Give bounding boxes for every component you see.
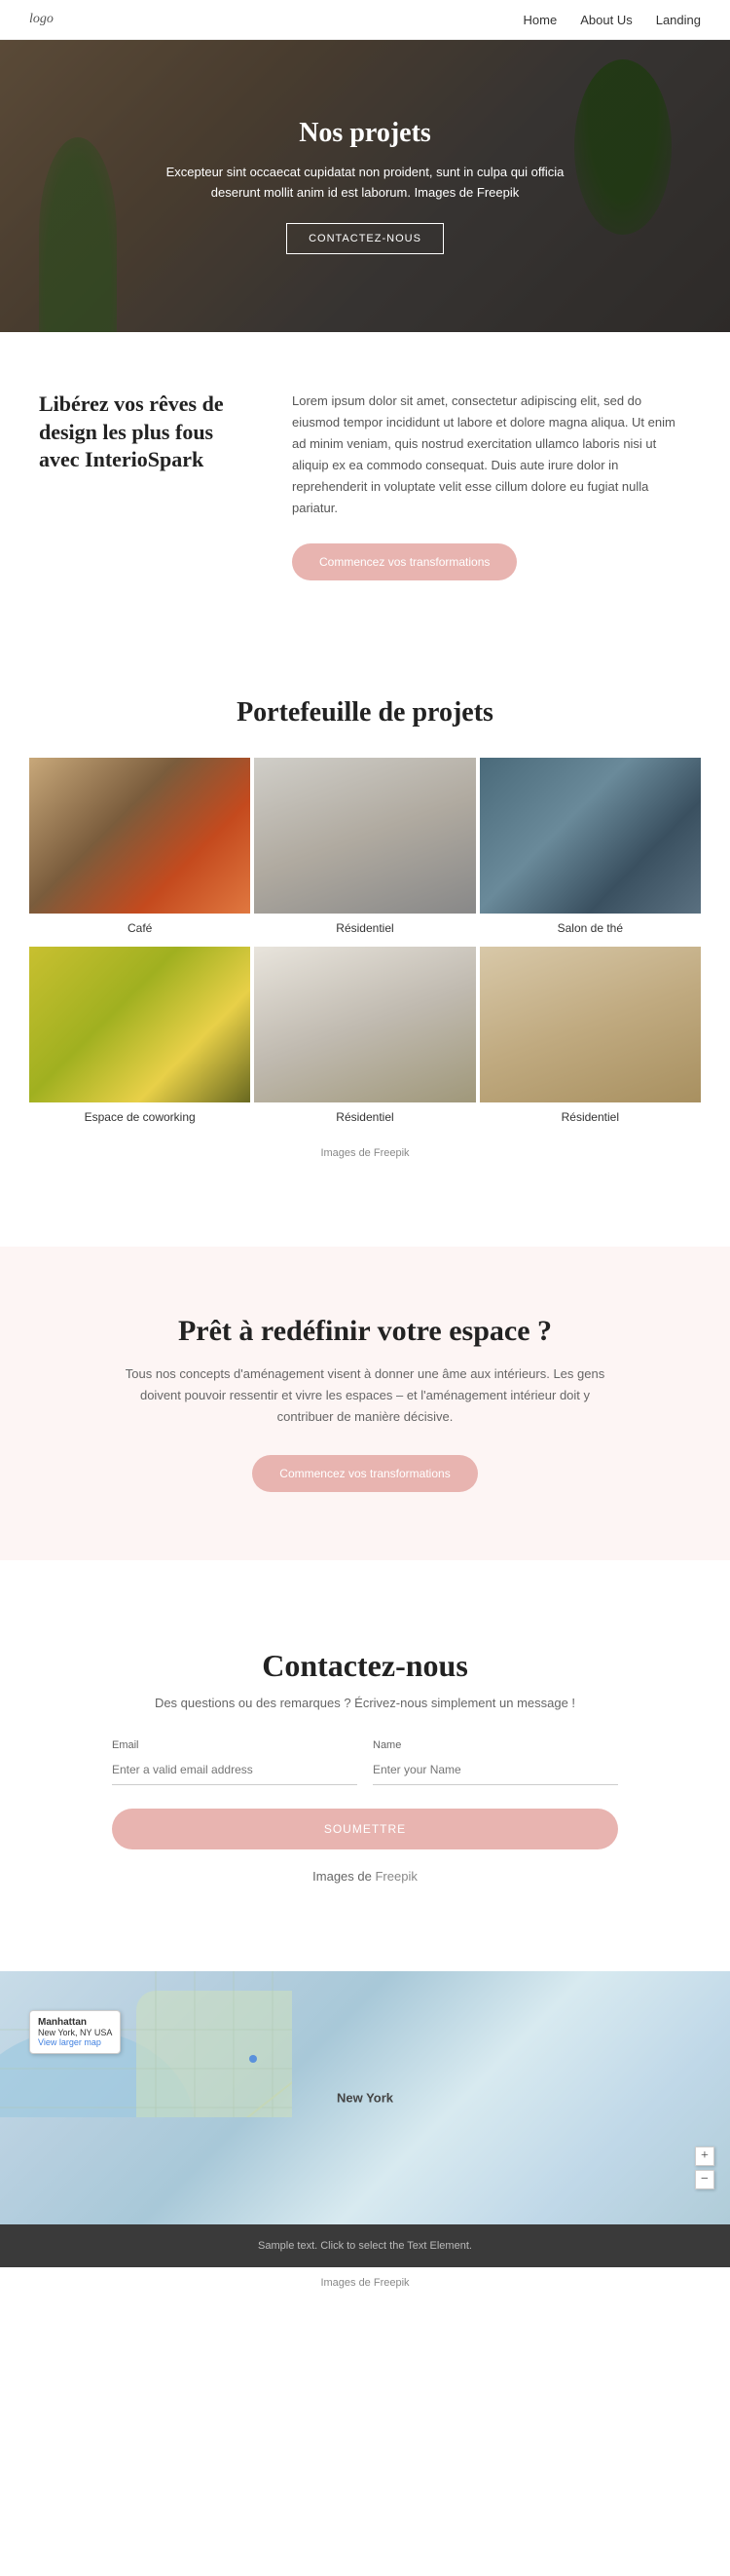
- liberez-section: Libérez vos rêves de design les plus fou…: [0, 332, 730, 639]
- portfolio-item-resid2[interactable]: Résidentiel: [254, 947, 475, 1132]
- portfolio-item-resid1[interactable]: Résidentiel: [254, 758, 475, 943]
- contact-freepik-credit: Images de Freepik: [39, 1869, 691, 1884]
- hero-cta-button[interactable]: CONTACTEZ-NOUS: [286, 223, 444, 254]
- email-group: Email: [112, 1739, 357, 1785]
- portfolio-img-cafe: [29, 758, 250, 914]
- liberez-left: Libérez vos rêves de design les plus fou…: [39, 391, 253, 474]
- liberez-right: Lorem ipsum dolor sit amet, consectetur …: [292, 391, 691, 580]
- portfolio-heading: Portefeuille de projets: [29, 697, 701, 728]
- portfolio-label-cowork: Espace de coworking: [29, 1102, 250, 1132]
- marker-title: Manhattan: [38, 2017, 112, 2028]
- pret-body: Tous nos concepts d'aménagement visent à…: [122, 1363, 608, 1428]
- contact-section: Contactez-nous Des questions ou des rema…: [0, 1589, 730, 1971]
- hero-title: Nos projets: [161, 118, 569, 149]
- portfolio-label-cafe: Café: [29, 914, 250, 943]
- email-input[interactable]: [112, 1755, 357, 1785]
- portfolio-freepik-credit: Images de Freepik: [29, 1147, 701, 1159]
- contact-heading: Contactez-nous: [39, 1648, 691, 1684]
- contact-form: Email Name SOUMETTRE: [112, 1739, 618, 1849]
- portfolio-item-cowork[interactable]: Espace de coworking: [29, 947, 250, 1132]
- liberez-cta-button[interactable]: Commencez vos transformations: [292, 543, 517, 580]
- map-city-label: New York: [337, 2090, 393, 2105]
- contact-subtitle: Des questions ou des remarques ? Écrivez…: [39, 1696, 691, 1710]
- form-row: Email Name: [112, 1739, 618, 1785]
- portfolio-item-salon[interactable]: Salon de thé: [480, 758, 701, 943]
- portfolio-label-resid3: Résidentiel: [480, 1102, 701, 1132]
- portfolio-label-salon: Salon de thé: [480, 914, 701, 943]
- portfolio-img-resid3: [480, 947, 701, 1102]
- portfolio-img-resid1: [254, 758, 475, 914]
- liberez-heading: Libérez vos rêves de design les plus fou…: [39, 391, 253, 474]
- hero-subtitle: Excepteur sint occaecat cupidatat non pr…: [161, 163, 569, 204]
- freepik-link-footer[interactable]: Freepik: [374, 2277, 410, 2289]
- email-label: Email: [112, 1739, 357, 1751]
- footer: Sample text. Click to select the Text El…: [0, 2224, 730, 2267]
- name-group: Name: [373, 1739, 618, 1785]
- hero-section: Nos projets Excepteur sint occaecat cupi…: [0, 40, 730, 332]
- logo: logo: [29, 12, 54, 27]
- portfolio-item-resid3[interactable]: Résidentiel: [480, 947, 701, 1132]
- portfolio-item-cafe[interactable]: Café: [29, 758, 250, 943]
- name-label: Name: [373, 1739, 618, 1751]
- portfolio-img-resid2: [254, 947, 475, 1102]
- portfolio-img-cowork: [29, 947, 250, 1102]
- portfolio-label-resid1: Résidentiel: [254, 914, 475, 943]
- nav-landing[interactable]: Landing: [656, 13, 701, 27]
- hero-plant-left: [39, 137, 117, 332]
- pret-section: Prêt à redéfinir votre espace ? Tous nos…: [0, 1247, 730, 1560]
- pret-heading: Prêt à redéfinir votre espace ?: [58, 1315, 672, 1348]
- liberez-body: Lorem ipsum dolor sit amet, consectetur …: [292, 391, 691, 520]
- nav-links: Home About Us Landing: [524, 13, 701, 27]
- map-zoom-in[interactable]: +: [695, 2147, 714, 2166]
- pret-cta-button[interactable]: Commencez vos transformations: [252, 1455, 477, 1492]
- portfolio-section: Portefeuille de projets Café Résidentiel…: [0, 639, 730, 1217]
- marker-link[interactable]: View larger map: [38, 2037, 101, 2047]
- portfolio-img-salon: [480, 758, 701, 914]
- map-zoom-out[interactable]: −: [695, 2170, 714, 2189]
- footer-text: Sample text. Click to select the Text El…: [16, 2240, 714, 2252]
- navigation: logo Home About Us Landing: [0, 0, 730, 40]
- freepik-link-contact[interactable]: Freepik: [375, 1869, 417, 1884]
- freepik-link-portfolio[interactable]: Freepik: [374, 1147, 410, 1159]
- nav-home[interactable]: Home: [524, 13, 558, 27]
- nav-about[interactable]: About Us: [580, 13, 632, 27]
- marker-address: New York, NY USA: [38, 2028, 112, 2037]
- freepik-link-hero[interactable]: Freepik: [477, 185, 519, 200]
- portfolio-label-resid2: Résidentiel: [254, 1102, 475, 1132]
- hero-content: Nos projets Excepteur sint occaecat cupi…: [122, 118, 608, 254]
- name-input[interactable]: [373, 1755, 618, 1785]
- portfolio-grid: Café Résidentiel Salon de thé Espace de …: [29, 758, 701, 1132]
- submit-button[interactable]: SOUMETTRE: [112, 1809, 618, 1849]
- map-container: Manhattan New York, NY USA View larger m…: [0, 1971, 730, 2224]
- map-marker: Manhattan New York, NY USA View larger m…: [29, 2010, 121, 2054]
- footer-freepik: Images de Freepik: [0, 2267, 730, 2298]
